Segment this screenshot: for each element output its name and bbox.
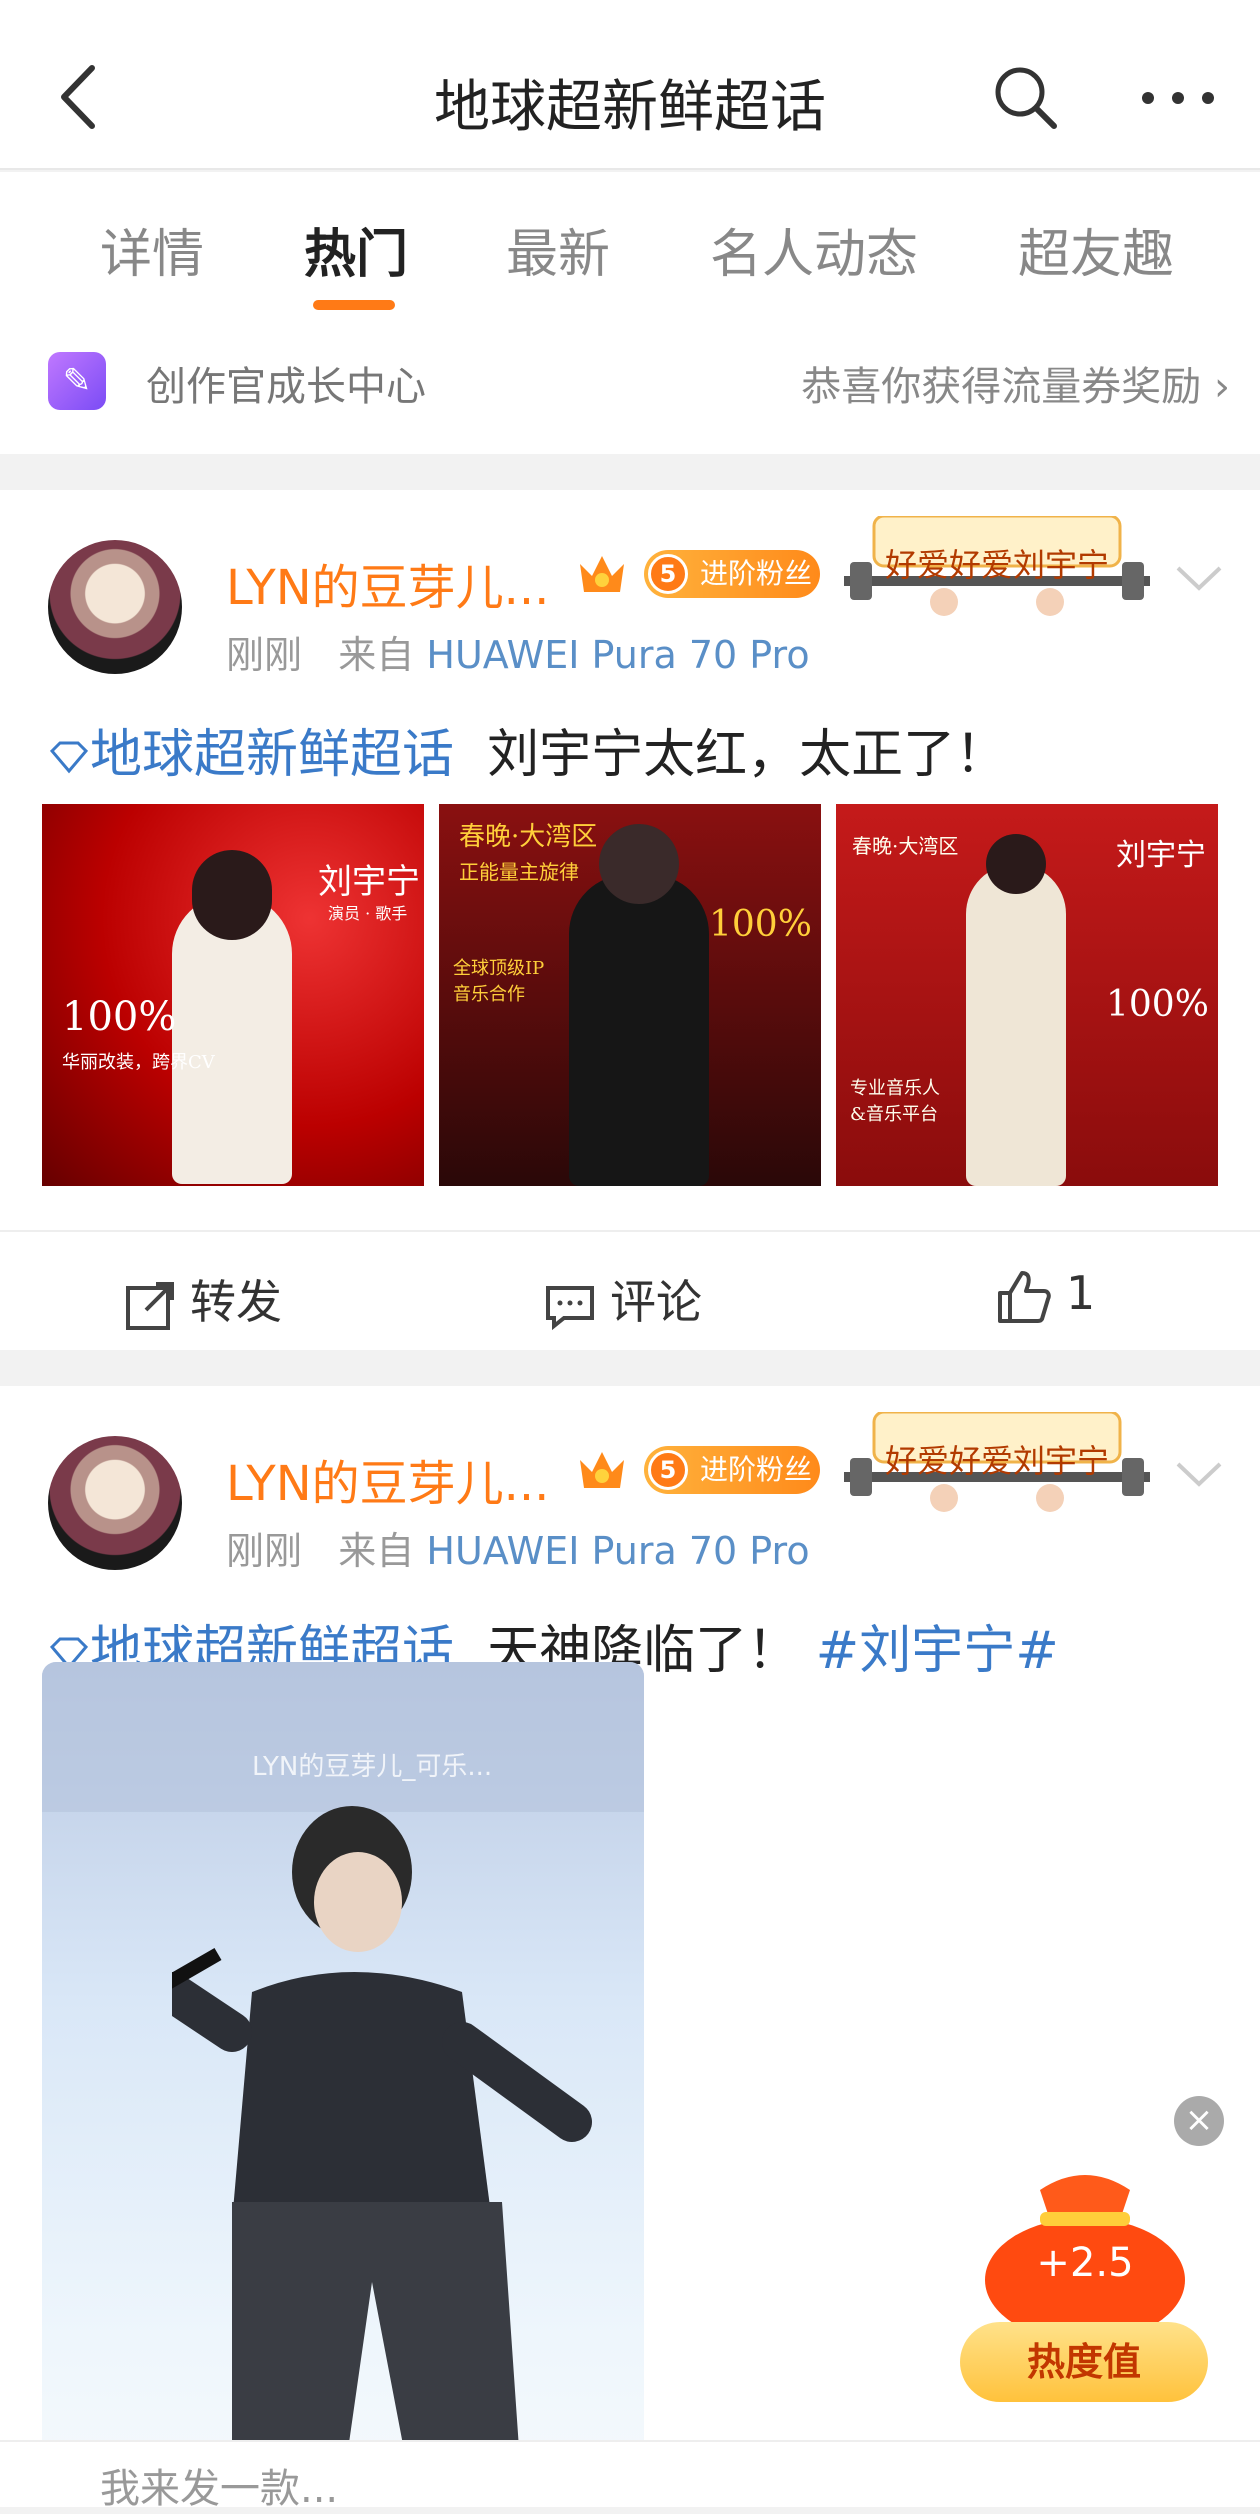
post-image[interactable]: 刘宇宁 演员 · 歌手 100% 华丽改装，跨界CV: [42, 804, 424, 1186]
page-title: 地球超新鲜超话: [434, 75, 826, 140]
image-note: 全球顶级IP 音乐合作: [453, 958, 545, 1005]
tab-celebrity[interactable]: 名人动态: [710, 212, 918, 287]
topic-diamond-icon: [49, 741, 89, 774]
search-icon[interactable]: [990, 62, 1062, 134]
creator-center-label: 创作官成长中心: [146, 364, 426, 410]
post-meta: 刚刚 来自 HUAWEI Pura 70 Pro: [226, 624, 810, 679]
tab-latest[interactable]: 最新: [506, 212, 610, 287]
post-time: 刚刚: [226, 1529, 303, 1573]
device-name[interactable]: HUAWEI Pura 70 Pro: [426, 1529, 809, 1573]
like-button[interactable]: 1: [996, 1266, 1095, 1325]
active-tab-indicator: [313, 300, 395, 310]
creator-center-bar[interactable]: ✎ 创作官成长中心 恭喜你获得流量券奖励 ›: [0, 322, 1260, 454]
bottom-bar: 我来发一款...: [0, 2440, 1260, 2512]
banner-decoration: 好爱好爱刘宇宁: [844, 1410, 1150, 1522]
repost-button[interactable]: 转发: [124, 1266, 282, 1332]
post-image[interactable]: 刘宇宁 春晚·大湾区 100% 专业音乐人 &音乐平台: [836, 804, 1218, 1186]
fan-level: 5: [648, 554, 688, 594]
video-player[interactable]: LYN的豆芽儿_可乐...: [42, 1662, 644, 2507]
video-watermark: LYN的豆芽儿_可乐...: [252, 1752, 493, 1782]
topic-link[interactable]: 地球超新鲜超话: [90, 725, 454, 785]
image-title: 春晚·大湾区: [459, 822, 598, 852]
from-label: 来自: [338, 1529, 415, 1573]
image-title: 刘宇宁: [1116, 838, 1206, 873]
username[interactable]: LYN的豆芽儿...: [226, 1444, 549, 1514]
chevron-down-icon[interactable]: [1172, 1456, 1226, 1492]
crown-icon: [580, 1452, 624, 1488]
creator-reward-link[interactable]: 恭喜你获得流量券奖励 ›: [801, 354, 1230, 412]
crown-icon: [580, 556, 624, 592]
device-name[interactable]: HUAWEI Pura 70 Pro: [426, 633, 809, 677]
singer-figure: [172, 1806, 592, 2492]
comment-icon: [546, 1285, 594, 1330]
top-bar: 地球超新鲜超话: [0, 0, 1260, 170]
image-title: 刘宇宁: [318, 862, 420, 902]
comment-button[interactable]: 评论: [544, 1266, 702, 1332]
fan-level: 5: [648, 1450, 688, 1490]
tab-fun[interactable]: 超友趣: [1018, 212, 1174, 287]
tab-hot[interactable]: 热门: [304, 212, 408, 287]
chevron-down-icon[interactable]: [1172, 560, 1226, 596]
creator-pen-icon: ✎: [48, 352, 106, 410]
hashtag-link[interactable]: #刘宇宁#: [816, 1621, 1059, 1681]
banner-decoration: 好爱好爱刘宇宁: [844, 514, 1150, 626]
image-sub: 春晚·大湾区: [852, 834, 959, 858]
post-actions: 转发 评论 1: [0, 1230, 1260, 1350]
banner-text: 好爱好爱刘宇宁: [884, 1442, 1109, 1480]
username[interactable]: LYN的豆芽儿...: [226, 548, 549, 618]
avatar[interactable]: [48, 540, 182, 674]
image-percent: 100%: [1106, 984, 1209, 1025]
fan-badge[interactable]: 5 进阶粉丝: [644, 550, 820, 598]
image-percent: 100%: [709, 904, 812, 945]
like-count: 1: [1066, 1266, 1096, 1320]
heat-value: +2.5: [1036, 2240, 1134, 2286]
image-percent: 100%: [62, 994, 177, 1040]
post-time: 刚刚: [226, 633, 303, 677]
post-body: 刘宇宁太红，太正了！: [487, 725, 1008, 785]
comment-label: 评论: [610, 1275, 702, 1329]
fan-badge[interactable]: 5 进阶粉丝: [644, 1446, 820, 1494]
video-overlay-bar: [42, 1662, 644, 1812]
post-card: LYN的豆芽儿... 5 进阶粉丝 好爱好爱刘宇宁 刚刚 来自 HUAWEI P…: [0, 490, 1260, 1350]
from-label: 来自: [338, 633, 415, 677]
tab-details[interactable]: 详情: [100, 212, 204, 287]
repost-label: 转发: [190, 1275, 282, 1329]
tab-bar: 详情 热门 最新 名人动态 超友趣: [0, 172, 1260, 322]
post-image[interactable]: 春晚·大湾区 正能量主旋律 100% 全球顶级IP 音乐合作: [439, 804, 821, 1186]
banner-text: 好爱好爱刘宇宁: [884, 546, 1109, 584]
image-note: 华丽改装，跨界CV: [62, 1052, 215, 1073]
post-meta: 刚刚 来自 HUAWEI Pura 70 Pro: [226, 1520, 810, 1575]
post-text: 地球超新鲜超话 刘宇宁太红，太正了！: [48, 712, 1007, 787]
close-icon[interactable]: ×: [1174, 2096, 1224, 2146]
image-note: 专业音乐人 &音乐平台: [850, 1078, 940, 1125]
more-icon[interactable]: [1138, 78, 1218, 118]
fan-badge-label: 进阶粉丝: [700, 557, 813, 590]
heat-value-button[interactable]: 热度值: [960, 2322, 1208, 2402]
repost-icon: [126, 1281, 174, 1330]
thumbs-up-icon: [998, 1270, 1051, 1323]
fan-badge-label: 进阶粉丝: [700, 1453, 813, 1486]
comment-input-hint[interactable]: 我来发一款...: [100, 2456, 338, 2514]
image-sub: 正能量主旋律: [459, 860, 579, 884]
image-sub: 演员 · 歌手: [328, 904, 408, 923]
avatar[interactable]: [48, 1436, 182, 1570]
